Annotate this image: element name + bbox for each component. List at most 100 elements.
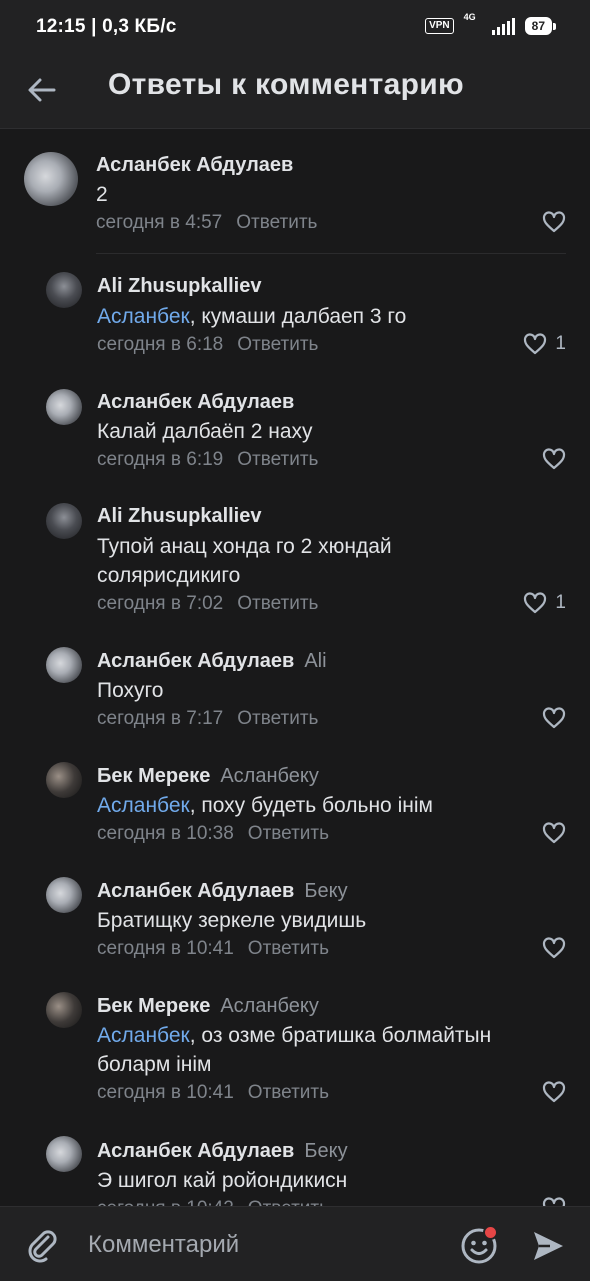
- comment-time: сегодня в 10:42: [97, 1198, 234, 1206]
- comment-body: Калай далбаёп 2 наху: [97, 420, 313, 443]
- emoji-button[interactable]: [460, 1225, 498, 1265]
- comment-meta: сегодня в 7:17 Ответить: [97, 708, 318, 730]
- comment-time: сегодня в 7:02: [97, 593, 224, 614]
- send-icon[interactable]: [530, 1229, 566, 1263]
- comment-meta: сегодня в 10:41 Ответить: [97, 938, 329, 960]
- heart-icon: [542, 1197, 566, 1206]
- comment-meta: сегодня в 10:41 Ответить: [97, 1082, 329, 1104]
- avatar[interactable]: [46, 503, 82, 539]
- like-button[interactable]: [542, 822, 566, 844]
- reply-button[interactable]: Ответить: [248, 1082, 329, 1103]
- reply-button[interactable]: Ответить: [248, 1198, 329, 1206]
- comment-author[interactable]: Асланбек Абдулаев Беку: [97, 880, 348, 903]
- author-name[interactable]: Бек Мереке: [97, 995, 210, 1017]
- like-button[interactable]: [542, 707, 566, 729]
- mention-link[interactable]: Асланбек: [97, 305, 190, 328]
- author-name[interactable]: Бек Мереке: [97, 765, 210, 787]
- status-bar: 12:15 | 0,3 КБ/с VPN 4G 87: [0, 0, 590, 56]
- network-type: 4G: [463, 12, 476, 22]
- status-time: 12:15 | 0,3 КБ/с: [36, 16, 177, 37]
- status-icons: VPN 4G 87: [425, 12, 556, 36]
- avatar[interactable]: [46, 992, 82, 1028]
- reply-to-name[interactable]: Беку: [304, 880, 347, 902]
- reply-button[interactable]: Ответить: [248, 823, 329, 844]
- paperclip-icon[interactable]: [24, 1227, 60, 1263]
- comment-meta: сегодня в 6:18 Ответить: [97, 334, 318, 356]
- comment-author[interactable]: Ali Zhusupkalliev: [97, 505, 261, 528]
- comment-text: Асланбек, кумаши далбаеп 3 го: [97, 302, 537, 331]
- reply-button[interactable]: Ответить: [237, 449, 318, 470]
- top-app-bar: Ответы к комментарию: [0, 56, 590, 129]
- reply-to-name[interactable]: Ali: [304, 650, 326, 672]
- comment-meta: сегодня в 10:38 Ответить: [97, 823, 329, 845]
- mention-link[interactable]: Асланбек: [97, 1024, 190, 1047]
- comment-text: Братищку зеркеле увидишь: [97, 906, 537, 935]
- comment-time: сегодня в 10:41: [97, 1082, 234, 1103]
- avatar[interactable]: [46, 389, 82, 425]
- like-button[interactable]: [542, 1197, 566, 1206]
- heart-icon: [542, 822, 566, 844]
- comment-body: 2: [96, 183, 108, 206]
- like-button[interactable]: [542, 1081, 566, 1103]
- comment-author[interactable]: Асланбек Абдулаев Беку: [97, 1140, 348, 1163]
- comment-author[interactable]: Асланбек Абдулаев Ali: [97, 650, 327, 673]
- reply-button[interactable]: Ответить: [237, 593, 318, 614]
- battery-icon: 87: [524, 17, 556, 35]
- author-name[interactable]: Ali Zhusupkalliev: [97, 275, 261, 297]
- avatar[interactable]: [46, 762, 82, 798]
- author-name[interactable]: Асланбек Абдулаев: [97, 1140, 294, 1162]
- reply-button[interactable]: Ответить: [237, 708, 318, 729]
- comment-input[interactable]: Комментарий: [88, 1231, 239, 1259]
- avatar[interactable]: [24, 152, 78, 206]
- comment-author[interactable]: Бек Мереке Асланбеку: [97, 765, 319, 788]
- heart-icon: [542, 707, 566, 729]
- heart-icon: [542, 1081, 566, 1103]
- comment-time: сегодня в 6:18: [97, 334, 224, 355]
- author-name[interactable]: Ali Zhusupkalliev: [97, 505, 261, 527]
- comment-author[interactable]: Асланбек Абдулаев: [96, 154, 293, 177]
- comment-text: Э шигол кай ройондикисн: [97, 1166, 537, 1195]
- heart-icon: [542, 211, 566, 233]
- like-button[interactable]: 1: [523, 333, 566, 355]
- author-name[interactable]: Асланбек Абдулаев: [97, 880, 294, 902]
- comment-text: Калай далбаёп 2 наху: [97, 417, 537, 446]
- page-title: Ответы к комментарию: [108, 68, 464, 101]
- reply-button[interactable]: Ответить: [236, 212, 317, 233]
- comment-author[interactable]: Бек Мереке Асланбеку: [97, 995, 319, 1018]
- signal-icon: [491, 17, 515, 35]
- author-name[interactable]: Асланбек Абдулаев: [96, 154, 293, 176]
- reply-to-name[interactable]: Асланбеку: [220, 765, 319, 787]
- comment-time: сегодня в 4:57: [96, 212, 223, 233]
- comment-time: сегодня в 7:17: [97, 708, 224, 729]
- back-arrow-icon[interactable]: [24, 72, 60, 108]
- like-count: 1: [555, 592, 566, 613]
- comment-author[interactable]: Асланбек Абдулаев: [97, 391, 294, 414]
- comment-meta: сегодня в 7:02 Ответить: [97, 593, 318, 615]
- like-button[interactable]: 1: [523, 592, 566, 614]
- network-icon: 4G: [464, 12, 482, 36]
- comment-author[interactable]: Ali Zhusupkalliev: [97, 275, 261, 298]
- reply-button[interactable]: Ответить: [237, 334, 318, 355]
- comment-text: 2: [96, 180, 536, 209]
- author-name[interactable]: Асланбек Абдулаев: [97, 391, 294, 413]
- like-button[interactable]: [542, 211, 566, 233]
- avatar[interactable]: [46, 647, 82, 683]
- author-name[interactable]: Асланбек Абдулаев: [97, 650, 294, 672]
- like-button[interactable]: [542, 448, 566, 470]
- comment-body: , кумаши далбаеп 3 го: [189, 305, 407, 328]
- comment-text: Похуго: [97, 676, 537, 705]
- avatar[interactable]: [46, 272, 82, 308]
- comment-time: сегодня в 10:41: [97, 938, 234, 959]
- comments-list[interactable]: Асланбек Абдулаев 2 сегодня в 4:57 Ответить…: [0, 129, 590, 1206]
- comment-time: сегодня в 10:38: [97, 823, 234, 844]
- comment-composer: Комментарий: [0, 1206, 590, 1281]
- reply-button[interactable]: Ответить: [248, 938, 329, 959]
- comment-meta: сегодня в 10:42 Ответить: [97, 1198, 329, 1206]
- like-button[interactable]: [542, 937, 566, 959]
- reply-to-name[interactable]: Асланбеку: [220, 995, 319, 1017]
- reply-to-name[interactable]: Беку: [304, 1140, 347, 1162]
- mention-link[interactable]: Асланбек: [97, 794, 190, 817]
- heart-icon: [524, 333, 547, 355]
- avatar[interactable]: [46, 877, 82, 913]
- avatar[interactable]: [46, 1136, 82, 1172]
